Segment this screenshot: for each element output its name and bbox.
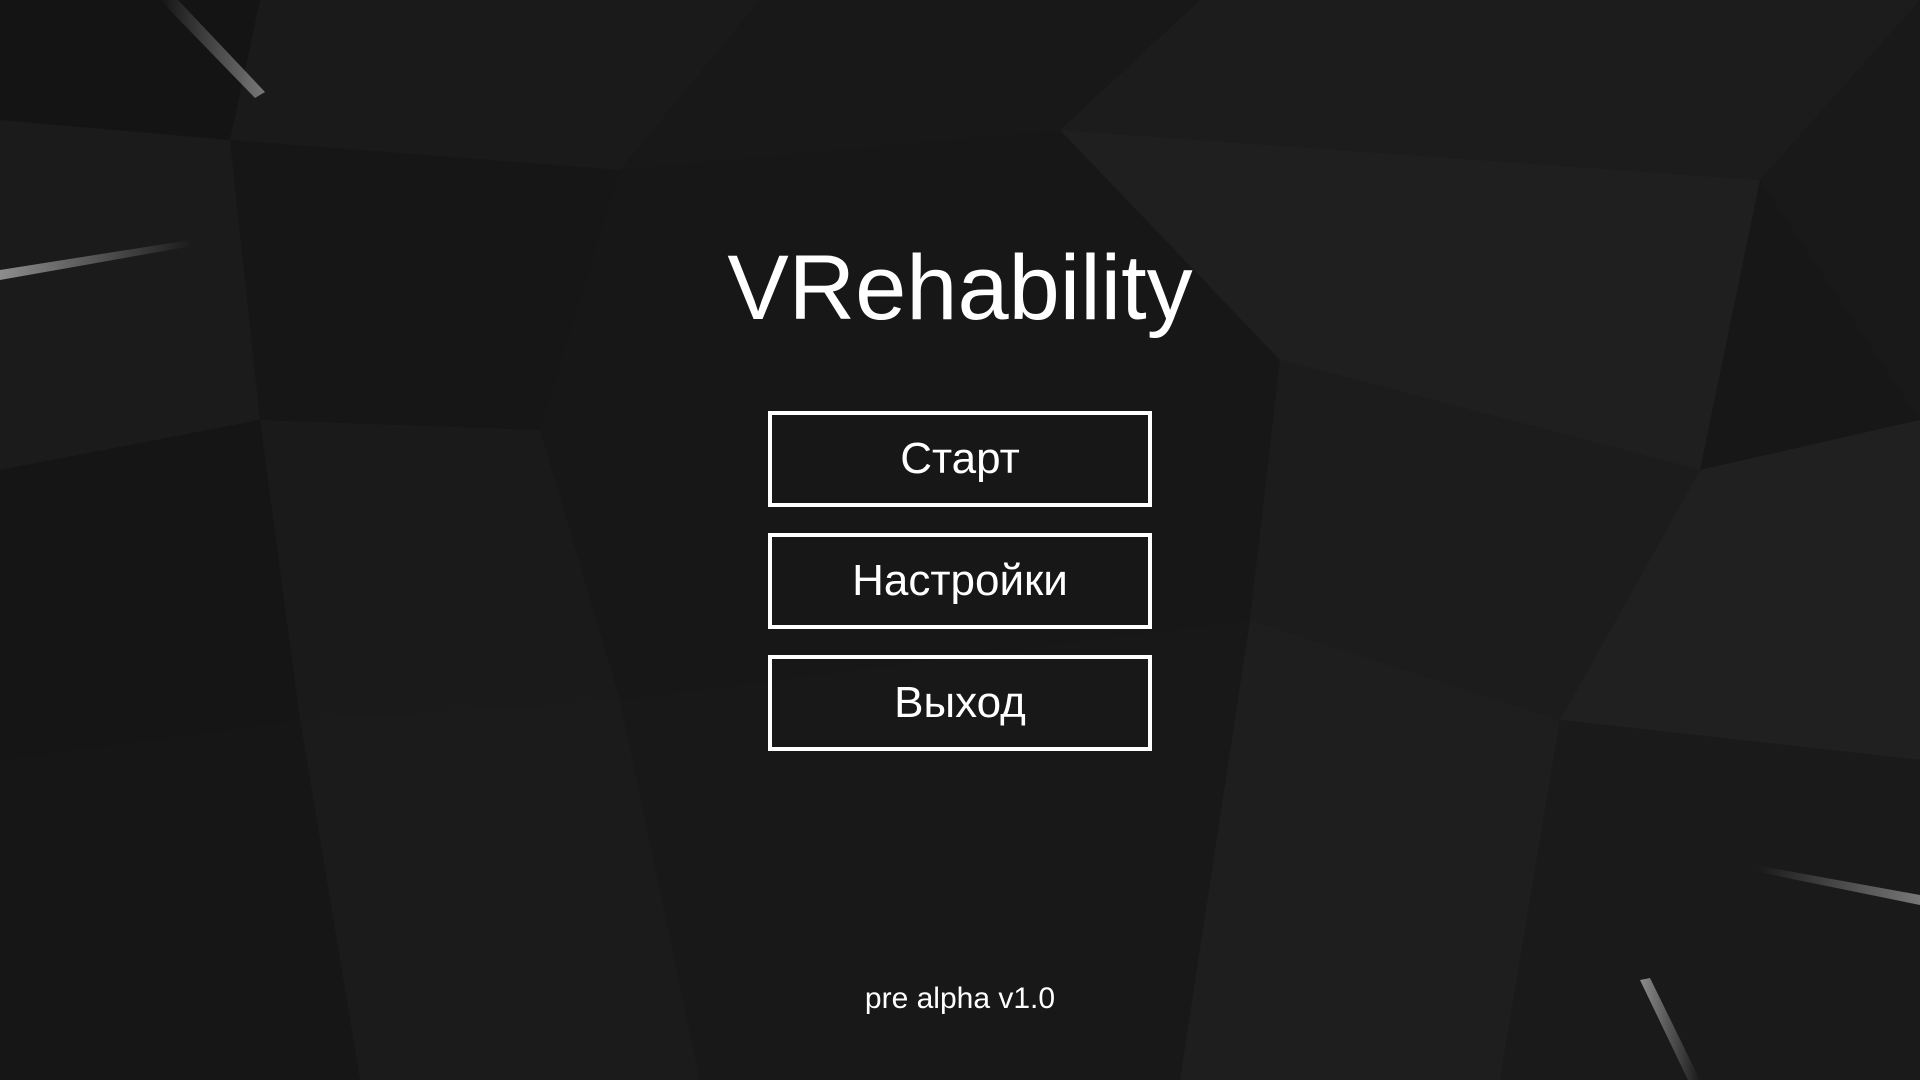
game-title: VRehability: [727, 237, 1193, 339]
settings-button[interactable]: Настройки: [768, 533, 1152, 629]
start-button[interactable]: Старт: [768, 411, 1152, 507]
exit-button[interactable]: Выход: [768, 655, 1152, 751]
main-menu: Старт Настройки Выход: [768, 411, 1152, 777]
main-menu-screen: VRehability Старт Настройки Выход pre al…: [0, 0, 1920, 1080]
version-label: pre alpha v1.0: [864, 982, 1056, 1015]
